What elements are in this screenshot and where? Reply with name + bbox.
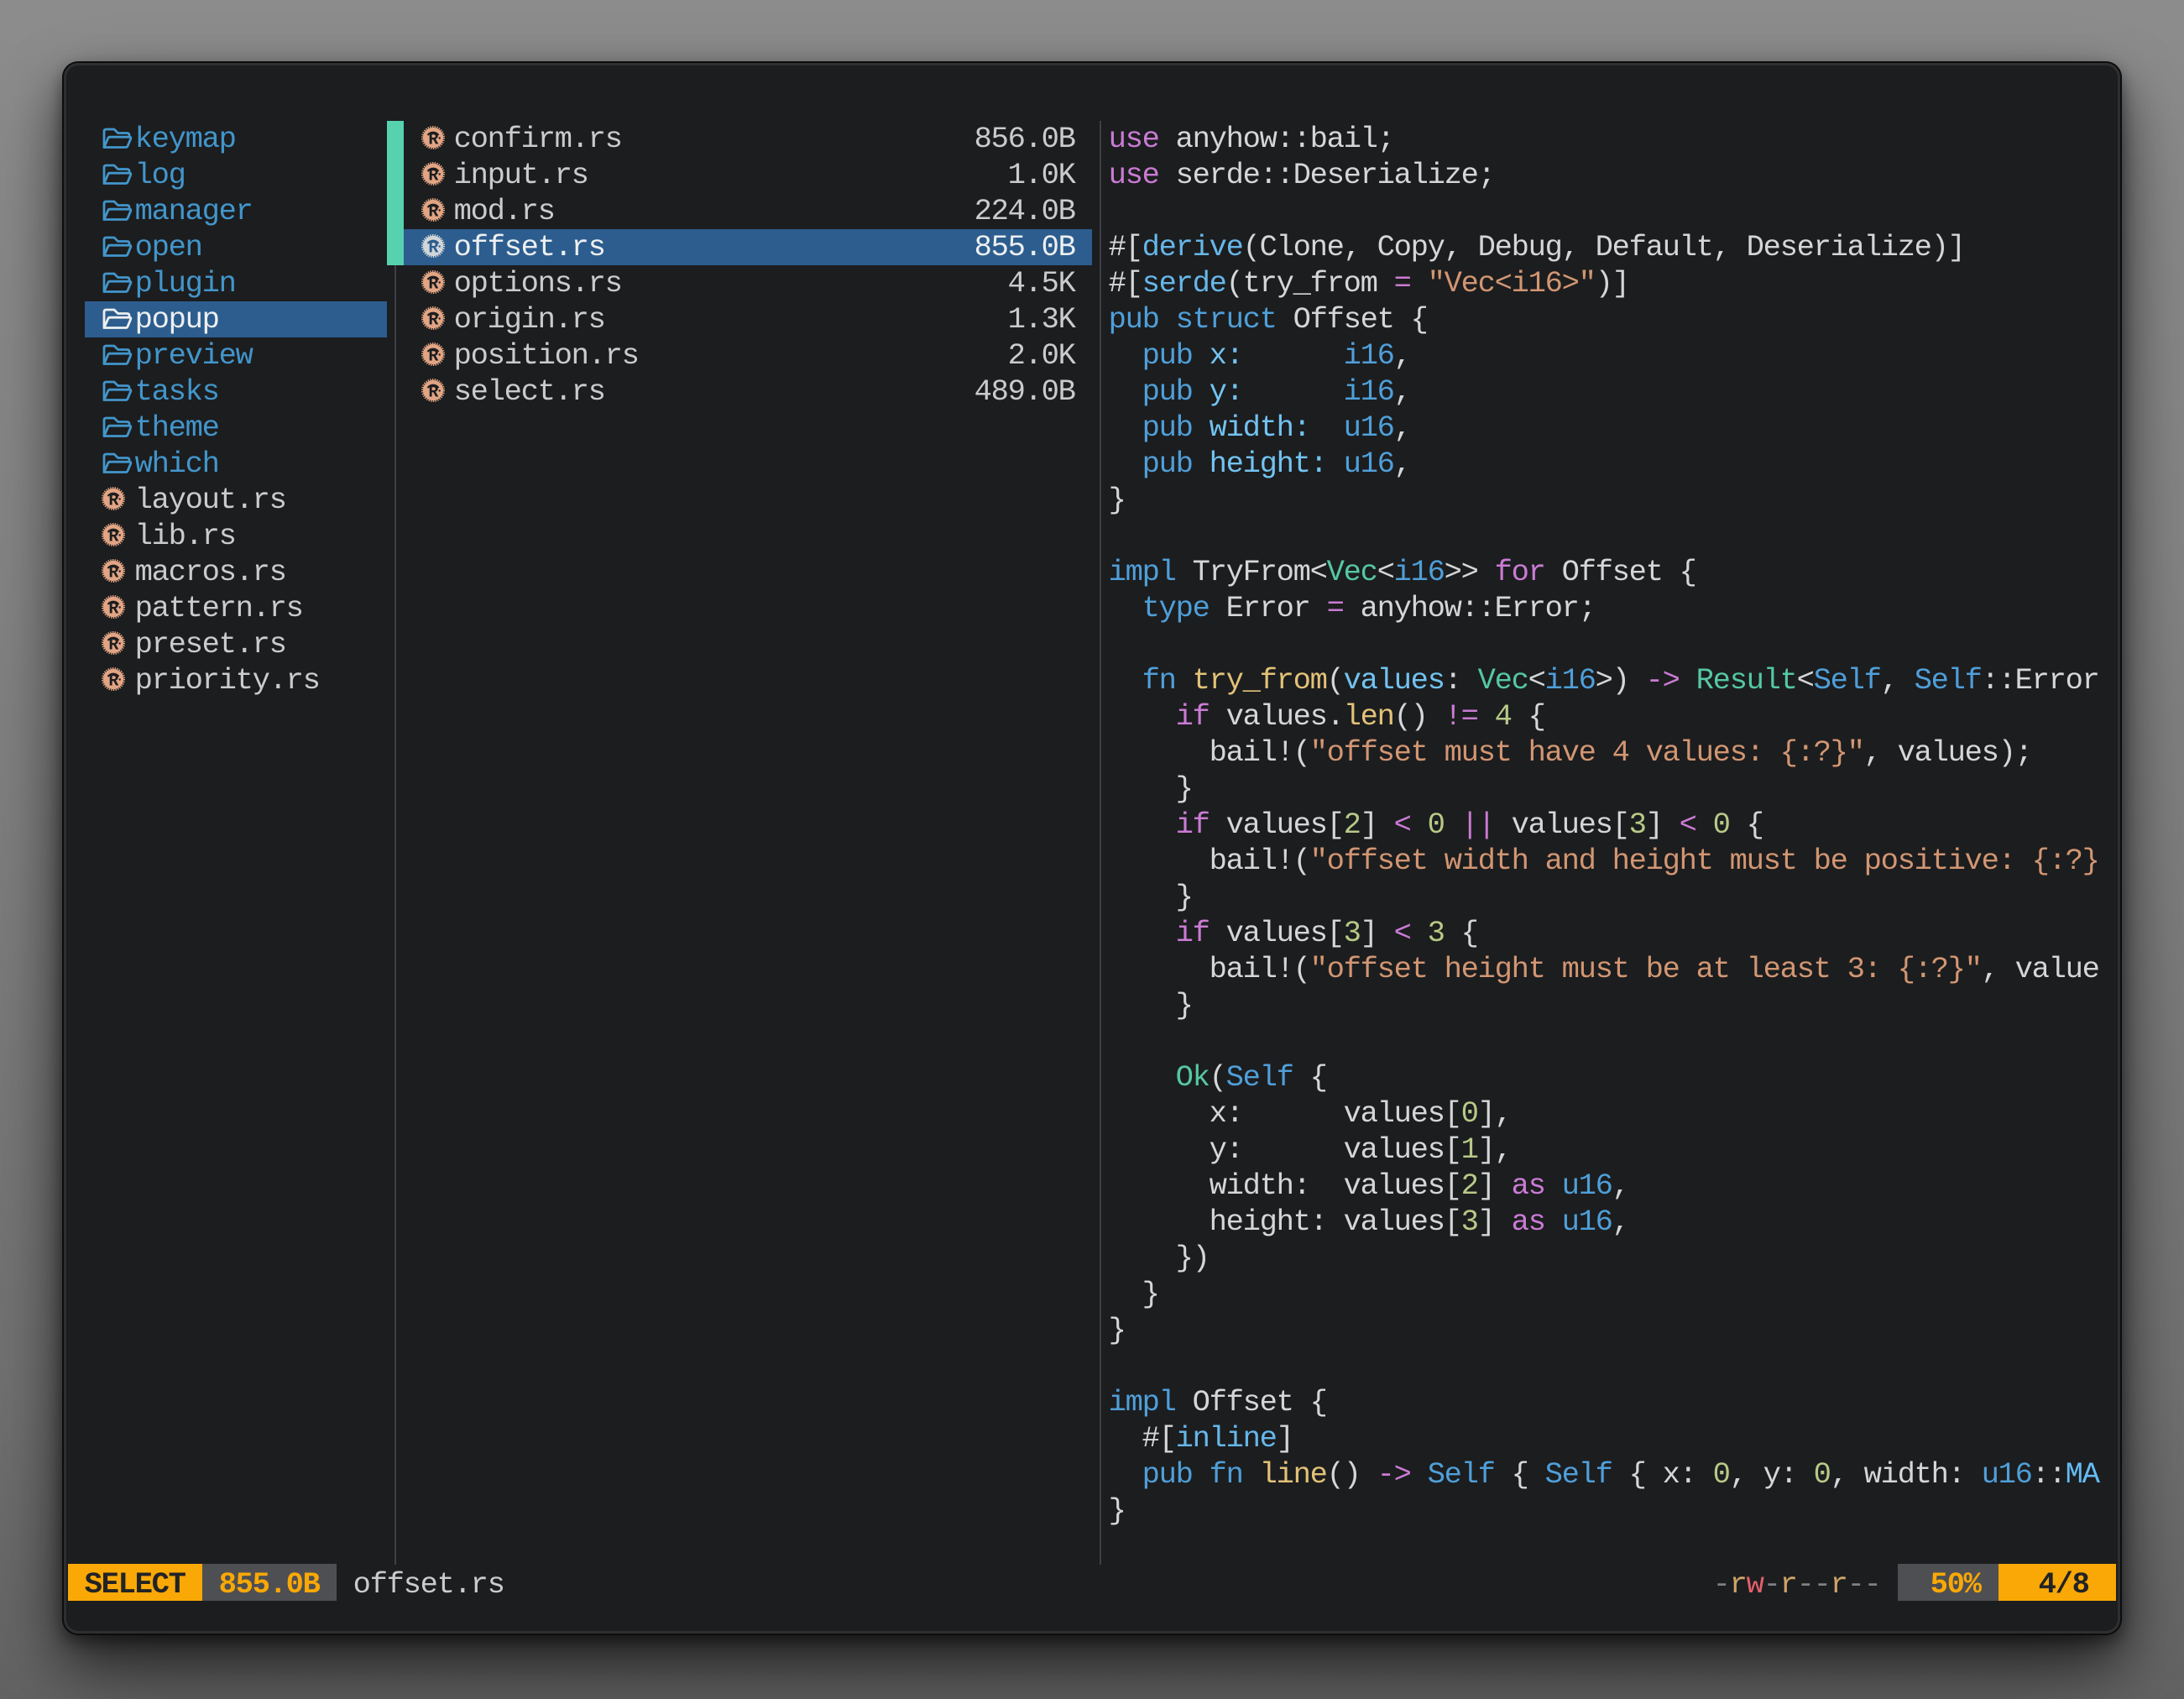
svg-text:R: R [108, 599, 118, 619]
svg-text:R: R [108, 491, 118, 510]
svg-text:R: R [108, 635, 118, 655]
svg-text:R: R [108, 527, 118, 546]
svg-text:R: R [428, 383, 438, 402]
svg-text:R: R [428, 238, 438, 258]
svg-text:R: R [428, 166, 438, 186]
svg-text:R: R [428, 311, 438, 330]
svg-text:R: R [428, 130, 438, 149]
svg-text:R: R [108, 563, 118, 583]
svg-text:R: R [428, 274, 438, 294]
svg-text:R: R [108, 672, 118, 691]
svg-text:R: R [428, 347, 438, 366]
svg-text:R: R [428, 202, 438, 222]
